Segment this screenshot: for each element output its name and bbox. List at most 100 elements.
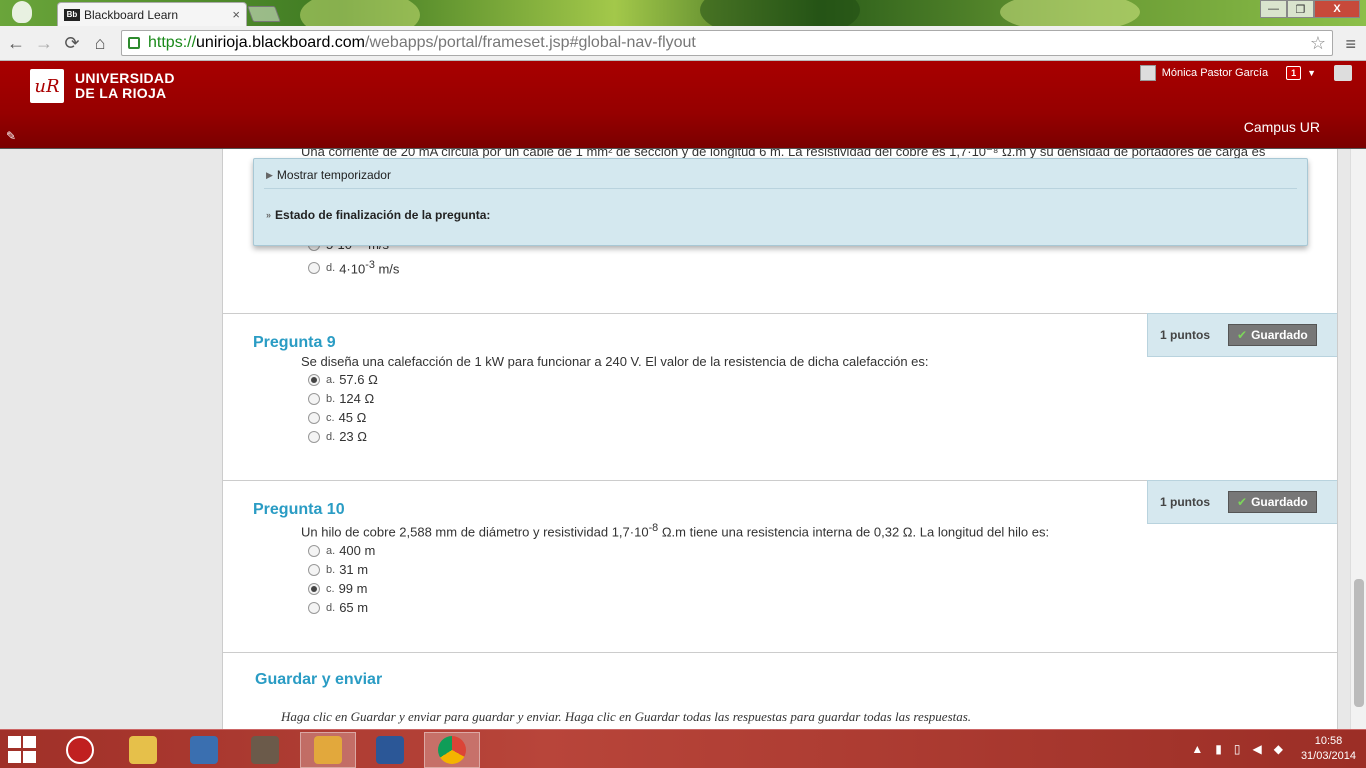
question-10-option-d[interactable]: d. 65 m [308,600,368,615]
chrome-menu-icon[interactable]: ≡ [1345,34,1356,55]
taskbar-gimp[interactable] [237,732,293,768]
taskbar-paint[interactable] [300,732,356,768]
option-label: 23 Ω [339,429,367,444]
clock-time: 10:58 [1314,735,1343,747]
scrollbar-thumb[interactable] [1354,579,1364,707]
question-10-status: 1 puntos ✔ Guardado [1147,480,1337,524]
clock[interactable]: 10:58 31/03/2014 [1301,734,1356,764]
power-icon [66,736,94,764]
double-chevron-down-icon: » [266,210,272,220]
question-10-option-a[interactable]: a. 400 m [308,543,375,558]
logo-line2: DE LA RIOJA [75,85,167,101]
question-10-text: Un hilo de cobre 2,588 mm de diámetro y … [301,522,1050,540]
radio-button[interactable] [308,373,320,386]
battery-icon[interactable]: ▯ [1234,742,1241,756]
url-text: https://unirioja.blackboard.com/webapps/… [148,34,696,51]
radio-button[interactable] [308,601,320,614]
show-timer-toggle[interactable]: ▶ Mostrar temporizador [266,168,391,182]
new-tab-button[interactable] [247,6,281,22]
chevron-down-icon[interactable]: ▼ [1307,68,1316,78]
campus-link[interactable]: Campus UR [1244,119,1320,135]
logout-icon[interactable] [1334,65,1352,81]
saved-button[interactable]: ✔ Guardado [1228,491,1317,513]
radio-button[interactable] [308,411,320,424]
question-10-title: Pregunta 10 [253,501,345,518]
popup-divider [264,188,1297,189]
points-label: 1 puntos [1160,328,1210,342]
page-scrollbar[interactable] [1350,149,1366,729]
user-menu[interactable]: Mónica Pastor García 1 ▼ [1139,65,1352,81]
close-window-button[interactable]: X [1314,0,1360,18]
option-label: 31 m [339,562,369,577]
question-9-option-d[interactable]: d. 23 Ω [308,429,367,444]
option-label: 65 m [339,600,369,615]
notification-badge[interactable]: 1 [1286,66,1302,80]
taskbar-word[interactable] [362,732,418,768]
tab-title: Blackboard Learn [84,7,179,22]
address-bar[interactable]: https://unirioja.blackboard.com/webapps/… [121,30,1333,56]
radio-button[interactable] [308,582,320,595]
tab-close-icon[interactable]: × [232,7,240,22]
reload-icon[interactable]: ⟳ [60,33,84,54]
question-10-option-c[interactable]: c. 99 m [308,581,367,596]
taskbar-media-app[interactable] [176,732,232,768]
save-instructions: Haga clic en Guardar y enviar para guard… [281,709,972,724]
windows-start-icon[interactable] [8,736,38,764]
paint-palette-icon [314,736,342,764]
completion-status-toggle[interactable]: » Estado de finalización de la pregunta: [266,208,490,222]
gimp-icon [251,736,279,764]
windows-taskbar: ▲ ▮ ▯ ◀ ◆ 10:58 31/03/2014 [0,729,1366,768]
radio-button[interactable] [308,544,320,557]
option-label: 124 Ω [339,391,375,406]
question-9-option-a[interactable]: a. 57.6 Ω [308,372,378,387]
volume-icon[interactable]: ◀ [1252,742,1261,756]
option-label: 4·10-3 m/s [339,259,400,277]
lock-icon [128,37,140,49]
question-9-option-c[interactable]: c. 45 Ω [308,410,366,425]
radio-button[interactable] [308,261,320,274]
radio-button[interactable] [308,392,320,405]
back-arrow-icon[interactable]: ← [4,33,28,54]
window-controls: — ❐ X [1260,0,1360,18]
points-label: 1 puntos [1160,495,1210,509]
save-section-title: Guardar y enviar [255,671,383,688]
saved-button[interactable]: ✔ Guardado [1228,324,1317,346]
folder-icon [129,736,157,764]
question-8-option-d[interactable]: d. 4·10-3 m/s [308,259,399,276]
network-signal-icon[interactable]: ▮ [1215,742,1222,756]
avatar [1139,65,1156,81]
option-label: 99 m [338,581,368,596]
taskbar-chrome[interactable] [424,732,480,768]
restore-button[interactable]: ❐ [1287,0,1314,18]
profile-icon[interactable] [12,1,32,23]
radio-button[interactable] [308,430,320,443]
browser-toolbar: ← → ⟳ ⌂ https://unirioja.blackboard.com/… [0,26,1366,61]
question-9-option-b[interactable]: b. 124 Ω [308,391,374,406]
taskbar-explorer[interactable] [115,732,171,768]
option-label: 57.6 Ω [339,372,378,387]
university-logo-icon[interactable]: uR [30,69,64,103]
question-status-flyout: ▶ Mostrar temporizador » Estado de final… [253,158,1308,246]
home-icon[interactable]: ⌂ [88,33,112,54]
tray-up-arrow-icon[interactable]: ▲ [1191,742,1203,756]
question-10-option-b[interactable]: b. 31 m [308,562,368,577]
radio-button[interactable] [308,563,320,576]
system-tray: ▲ ▮ ▯ ◀ ◆ 10:58 31/03/2014 [1179,734,1356,764]
check-icon: ✔ [1237,495,1248,509]
tab-blackboard-learn[interactable]: Bb Blackboard Learn × [57,2,247,26]
clock-date: 31/03/2014 [1300,750,1356,762]
section-divider [223,652,1337,653]
browser-titlebar: Bb Blackboard Learn × — ❐ X [0,0,1366,40]
minimize-button[interactable]: — [1260,0,1287,18]
dropbox-icon[interactable]: ◆ [1274,742,1283,756]
chrome-icon [438,736,466,764]
bookmark-star-icon[interactable]: ☆ [1310,33,1326,54]
forward-arrow-icon[interactable]: → [32,33,56,54]
media-icon [190,736,218,764]
option-letter: d. [326,261,336,274]
edit-mode-icon[interactable]: ✎ [6,129,16,143]
taskbar-power-app[interactable] [52,732,108,768]
university-name: UNIVERSIDAD DE LA RIOJA [75,71,175,101]
option-label: 45 Ω [338,410,367,425]
user-name[interactable]: Mónica Pastor García [1162,67,1268,79]
